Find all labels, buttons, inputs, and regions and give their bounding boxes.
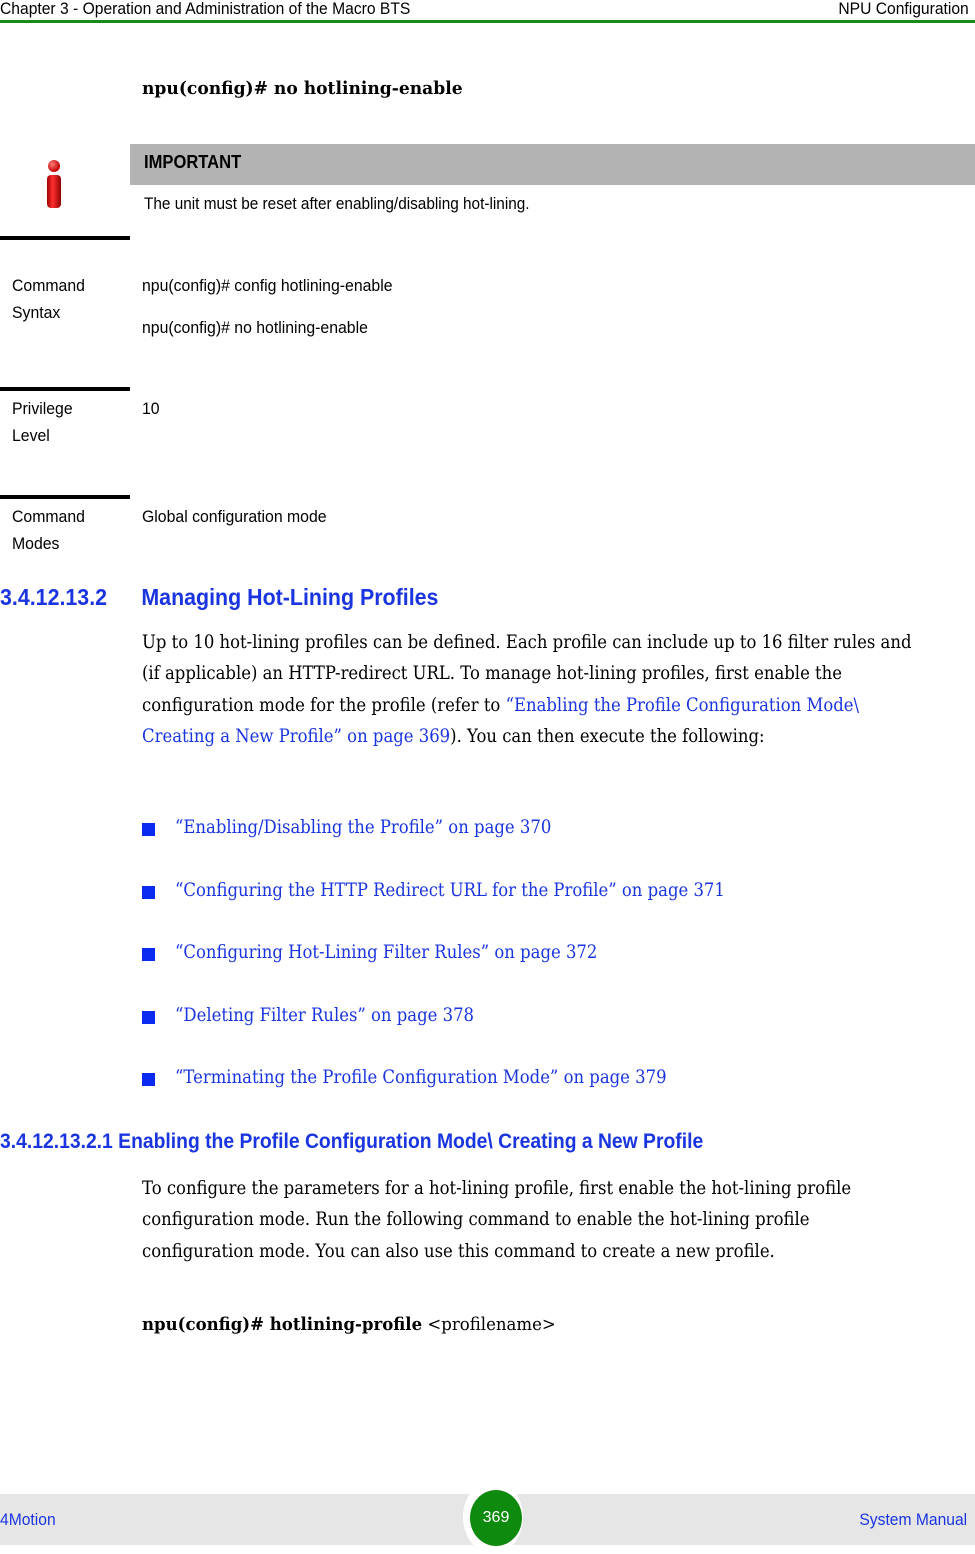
cross-reference-link[interactable]: “Enabling/Disabling the Profile” on page…	[175, 817, 551, 838]
important-banner	[130, 144, 975, 185]
cross-reference-link[interactable]: “Terminating the Profile Configuration M…	[175, 1067, 667, 1088]
command-modes-label: Command Modes	[12, 507, 85, 553]
important-title: IMPORTANT	[144, 152, 242, 172]
section-heading-managing-profiles: 3.4.12.13.2 Managing Hot-Lining Profiles	[0, 584, 438, 611]
command-keyword: npu(config)# hotlining-profile	[142, 1314, 423, 1335]
important-text: The unit must be reset after enabling/di…	[144, 195, 530, 213]
command-modes-value: Global configuration mode	[142, 507, 327, 526]
command-argument: <profilename>	[422, 1314, 556, 1335]
section-paragraph: Up to 10 hot-lining profiles can be defi…	[142, 627, 916, 752]
bullet-square-icon	[142, 823, 155, 836]
table-rule	[0, 495, 130, 499]
section-title: NPU Configuration	[838, 0, 969, 18]
page-header: Chapter 3 - Operation and Administration…	[0, 0, 975, 20]
header-rule	[0, 20, 975, 23]
cross-reference-link[interactable]: “Configuring Hot-Lining Filter Rules” on…	[175, 942, 597, 963]
chapter-title: Chapter 3 - Operation and Administration…	[0, 0, 411, 18]
privilege-level-value: 10	[142, 399, 160, 418]
privilege-level-label: Privilege Level	[12, 399, 73, 445]
cross-reference-link[interactable]: “Configuring the HTTP Redirect URL for t…	[175, 880, 725, 901]
bullet-square-icon	[142, 1011, 155, 1024]
section-number: 3.4.12.13.2	[0, 584, 108, 610]
info-icon	[47, 160, 61, 208]
bullet-square-icon	[142, 948, 155, 961]
paragraph-text: ). You can then execute the following:	[450, 725, 765, 747]
table-rule	[0, 387, 130, 391]
profile-command: npu(config)# hotlining-profile <profilen…	[142, 1314, 556, 1335]
section-title: Enabling the Profile Configuration Mode\…	[118, 1130, 704, 1153]
product-name: 4Motion	[0, 1510, 56, 1529]
section-heading-enabling-profile: 3.4.12.13.2.1 Enabling the Profile Confi…	[0, 1130, 703, 1154]
page-number: 369	[470, 1490, 522, 1546]
cross-reference-link[interactable]: “Deleting Filter Rules” on page 378	[175, 1005, 474, 1026]
table-rule	[0, 236, 130, 240]
command-syntax-label: Command Syntax	[12, 276, 85, 322]
intro-command: npu(config)# no hotlining-enable	[142, 78, 463, 99]
command-syntax-value-1: npu(config)# config hotlining-enable	[142, 276, 393, 295]
section-title: Managing Hot-Lining Profiles	[141, 584, 439, 610]
section-paragraph: To configure the parameters for a hot-li…	[142, 1178, 852, 1262]
command-syntax-value-2: npu(config)# no hotlining-enable	[142, 318, 368, 337]
bullet-square-icon	[142, 886, 155, 899]
bullet-square-icon	[142, 1073, 155, 1086]
section-number: 3.4.12.13.2.1	[0, 1130, 113, 1153]
manual-name: System Manual	[859, 1510, 967, 1529]
